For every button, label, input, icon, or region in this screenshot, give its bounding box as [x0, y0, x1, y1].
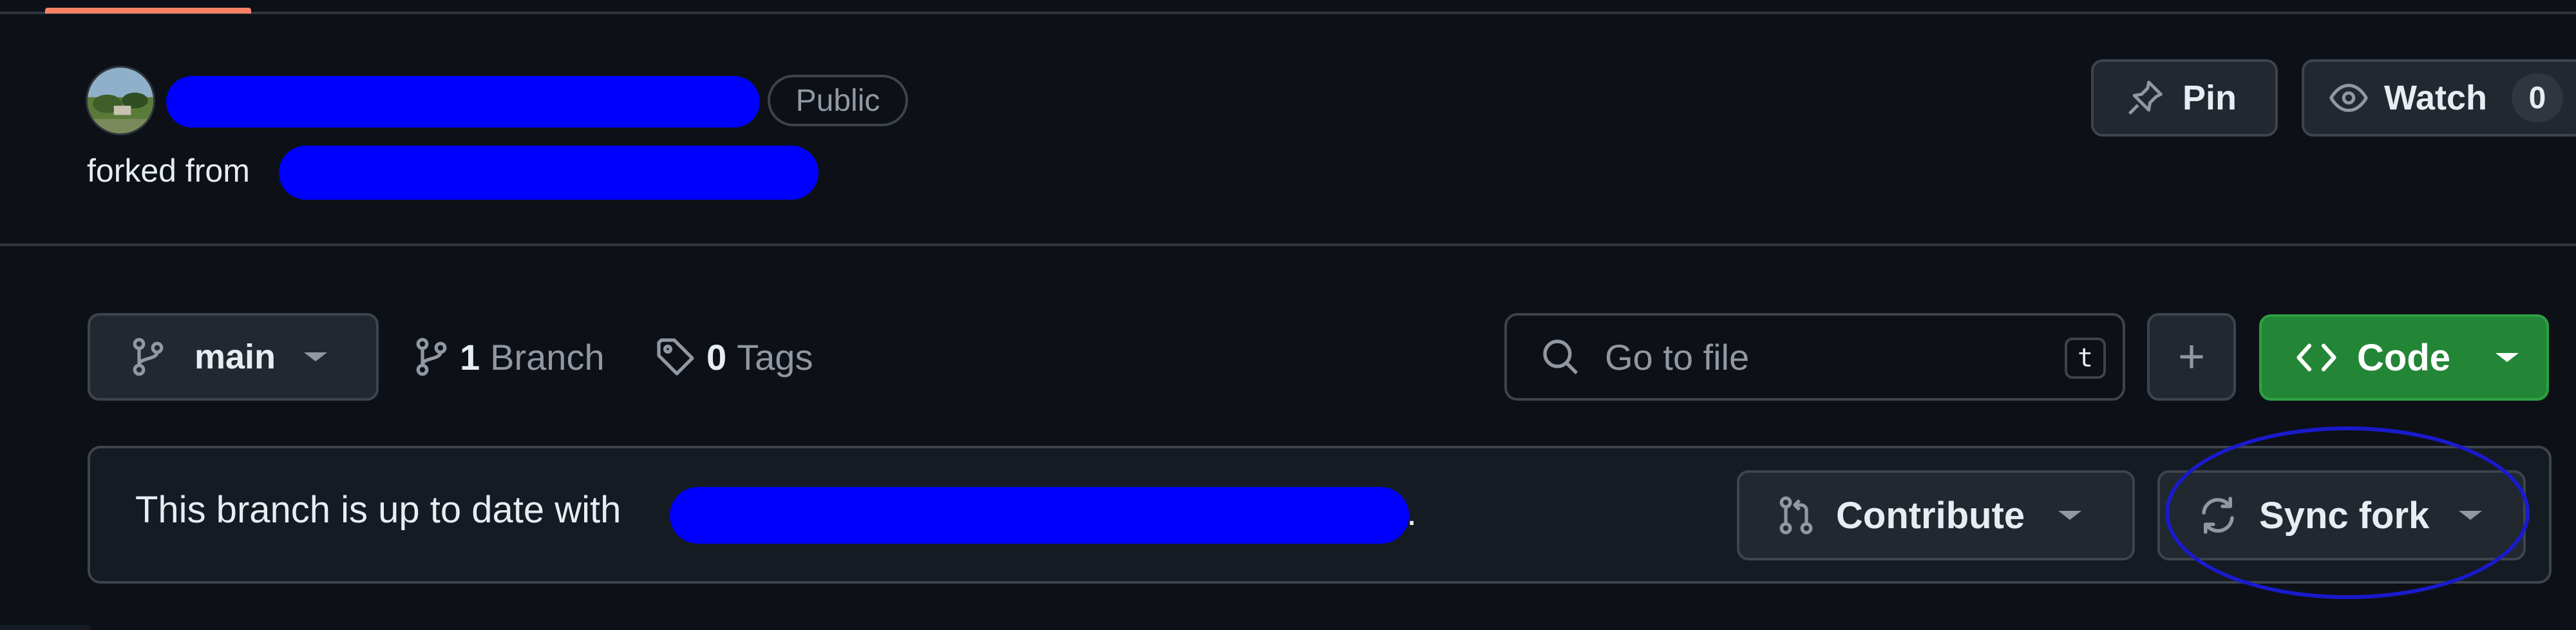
visibility-badge: Public — [768, 75, 908, 126]
watch-count: 0 — [2512, 73, 2563, 122]
eye-icon — [2329, 78, 2369, 118]
header-divider — [0, 243, 2576, 246]
branch-label: Branch — [490, 336, 605, 377]
watch-label: Watch — [2384, 79, 2487, 117]
contribute-button[interactable]: Contribute — [1737, 470, 2135, 560]
owner-avatar[interactable] — [86, 66, 155, 135]
contribute-label: Contribute — [1836, 494, 2025, 537]
pin-label: Pin — [2183, 79, 2237, 117]
tags-link[interactable]: 0 Tags — [655, 331, 813, 383]
caret-down-icon — [2058, 511, 2082, 520]
caret-down-icon — [304, 352, 328, 361]
code-button[interactable]: Code — [2259, 314, 2549, 401]
current-branch-name: main — [194, 338, 276, 376]
content-edge — [0, 625, 90, 630]
pin-button[interactable]: Pin — [2091, 59, 2278, 137]
redacted-upstream-branch-link[interactable] — [670, 487, 1409, 544]
status-period: . — [1406, 492, 1417, 533]
code-icon — [2295, 339, 2338, 376]
add-file-button[interactable]: + — [2147, 313, 2236, 401]
git-pull-request-icon — [1777, 495, 1815, 536]
code-label: Code — [2357, 336, 2450, 379]
active-tab-indicator — [45, 8, 251, 14]
pin-icon — [2126, 79, 2164, 117]
branch-count: 1 — [460, 336, 480, 377]
branches-link[interactable]: 1 Branch — [413, 331, 605, 383]
branch-select-button[interactable]: main — [88, 313, 379, 401]
go-to-file-input[interactable] — [1604, 335, 2031, 379]
caret-down-icon — [2496, 353, 2519, 362]
repo-page: Public forked from Pin Watch 0 main 1 Br… — [0, 0, 2576, 630]
redacted-upstream-link[interactable] — [279, 146, 819, 200]
watch-button[interactable]: Watch 0 — [2302, 59, 2576, 137]
keyboard-shortcut-hint: t — [2065, 338, 2106, 379]
fork-status-text: This branch is up to date with — [135, 489, 621, 531]
redacted-repo-name — [166, 76, 760, 128]
tag-label: Tags — [737, 336, 813, 377]
go-to-file-search[interactable]: t — [1504, 313, 2125, 401]
top-nav-border — [0, 0, 2576, 14]
highlight-annotation-circle — [2165, 426, 2530, 599]
tag-icon — [655, 336, 696, 377]
git-branch-icon — [413, 336, 450, 377]
forked-from-label: forked from — [87, 153, 250, 189]
tag-count: 0 — [706, 336, 727, 377]
git-branch-icon — [130, 336, 166, 377]
search-icon — [1540, 337, 1580, 377]
